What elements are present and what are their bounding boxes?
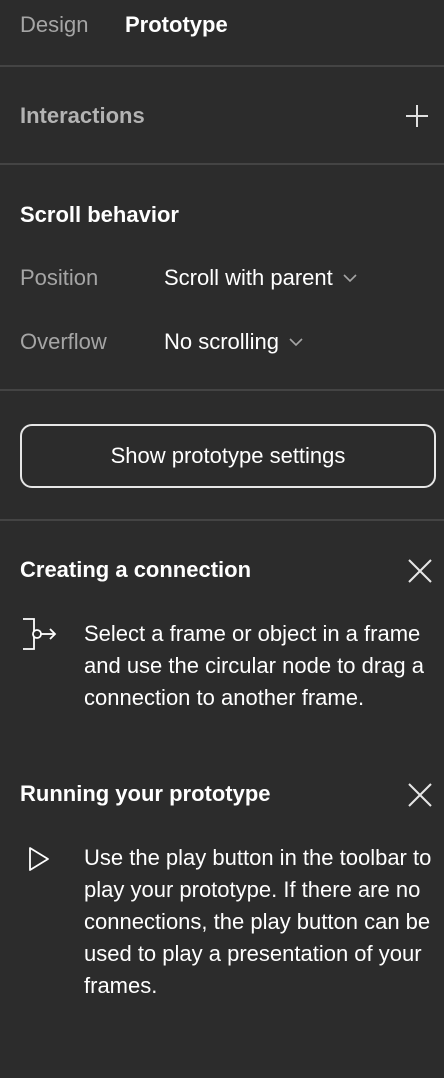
close-icon[interactable]	[407, 558, 433, 584]
tab-design[interactable]: Design	[20, 12, 88, 38]
connection-icon	[23, 618, 57, 650]
scroll-behavior-title: Scroll behavior	[20, 202, 179, 227]
position-value: Scroll with parent	[164, 265, 333, 290]
interactions-title: Interactions	[20, 103, 145, 128]
chevron-down-icon	[289, 338, 303, 347]
help-title-running: Running your prototype	[20, 781, 271, 806]
prototype-panel: Design Prototype Interactions Scroll beh…	[0, 0, 444, 1078]
chevron-down-icon	[343, 274, 357, 283]
settings-section: Show prototype settings	[0, 391, 444, 521]
help-title-connection: Creating a connection	[20, 557, 252, 582]
position-dropdown[interactable]: Scroll with parent	[164, 265, 357, 291]
help-text-connection: Select a frame or object in a frame and …	[84, 621, 425, 710]
close-icon[interactable]	[407, 782, 433, 808]
overflow-label: Overflow	[20, 329, 107, 354]
play-icon	[29, 847, 49, 871]
help-text-running: Use the play button in the toolbar to pl…	[84, 845, 432, 998]
tab-prototype[interactable]: Prototype	[125, 12, 228, 38]
overflow-dropdown[interactable]: No scrolling	[164, 329, 303, 355]
scroll-behavior-section: Scroll behavior Position Scroll with par…	[0, 165, 444, 391]
plus-icon[interactable]	[404, 103, 430, 129]
overflow-value: No scrolling	[164, 329, 279, 354]
show-prototype-settings-button[interactable]: Show prototype settings	[20, 424, 436, 488]
position-label: Position	[20, 265, 99, 290]
panel-tabs: Design Prototype	[0, 0, 444, 67]
interactions-section: Interactions	[0, 67, 444, 165]
